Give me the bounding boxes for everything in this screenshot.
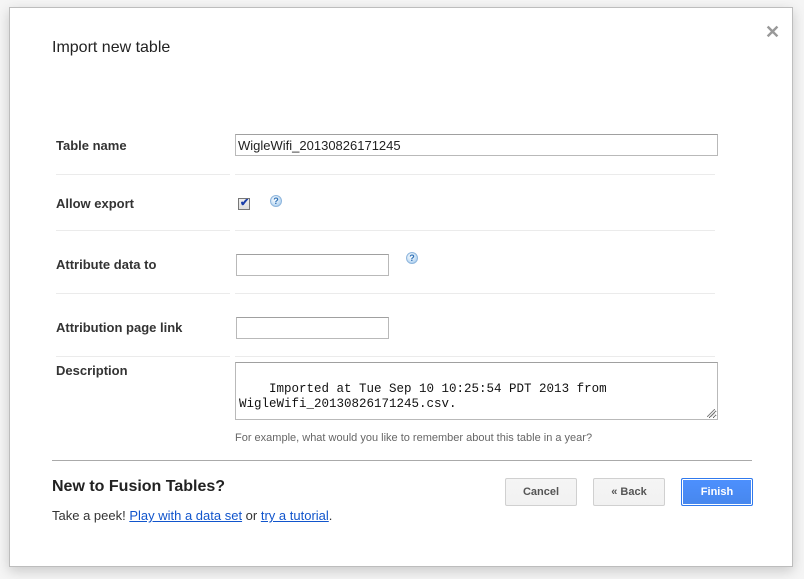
- footer-divider: [52, 460, 752, 461]
- allow-export-label: Allow export: [56, 196, 135, 211]
- try-tutorial-link[interactable]: try a tutorial: [261, 508, 329, 523]
- help-icon[interactable]: ?: [270, 195, 282, 207]
- finish-button[interactable]: Finish: [681, 478, 753, 506]
- promo-prefix: Take a peek!: [52, 508, 130, 523]
- row-divider: [56, 293, 230, 294]
- dialog-title: Import new table: [52, 39, 171, 56]
- description-textarea[interactable]: Imported at Tue Sep 10 10:25:54 PDT 2013…: [235, 362, 718, 420]
- attribution-page-link-input[interactable]: [236, 317, 389, 339]
- cancel-button[interactable]: Cancel: [505, 478, 577, 506]
- resize-handle-icon[interactable]: [707, 409, 715, 417]
- row-divider: [56, 230, 230, 231]
- description-hint: For example, what would you like to reme…: [235, 432, 593, 444]
- row-divider: [235, 356, 715, 357]
- play-with-data-set-link[interactable]: Play with a data set: [129, 508, 242, 523]
- attribute-data-to-label: Attribute data to: [56, 257, 157, 272]
- help-icon[interactable]: ?: [406, 252, 418, 264]
- import-table-dialog: Import new table ✕ Table name Allow expo…: [9, 7, 793, 567]
- promo-middle: or: [242, 508, 261, 523]
- attribution-page-link-label: Attribution page link: [56, 320, 183, 335]
- close-icon[interactable]: ✕: [765, 23, 780, 41]
- row-divider: [235, 230, 715, 231]
- allow-export-checkbox[interactable]: ✔: [238, 197, 250, 210]
- table-name-label: Table name: [56, 138, 127, 153]
- promo-title: New to Fusion Tables?: [52, 478, 226, 495]
- checkmark-icon: ✔: [240, 197, 250, 209]
- promo-suffix: .: [328, 508, 333, 523]
- attribute-data-to-input[interactable]: [236, 254, 389, 276]
- table-name-input[interactable]: [235, 134, 718, 156]
- row-divider: [235, 293, 715, 294]
- row-divider: [56, 356, 230, 357]
- row-divider: [56, 174, 230, 175]
- description-text: Imported at Tue Sep 10 10:25:54 PDT 2013…: [239, 382, 607, 411]
- description-label: Description: [56, 363, 128, 378]
- row-divider: [235, 174, 715, 175]
- promo-text: Take a peek! Play with a data set or try…: [52, 508, 332, 523]
- back-button[interactable]: « Back: [593, 478, 665, 506]
